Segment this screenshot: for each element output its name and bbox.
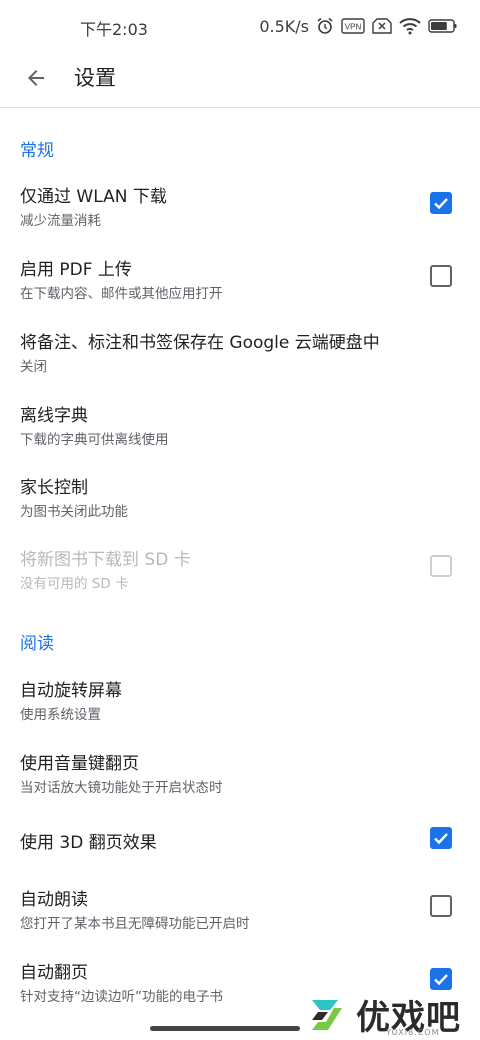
pref-title: 使用音量键翻页 (20, 754, 139, 774)
pref-summary: 在下载内容、邮件或其他应用打开 (20, 286, 223, 302)
pref-auto-rotate-screen[interactable]: 自动旋转屏幕 使用系统设置 (0, 666, 480, 730)
no-sim-icon (372, 18, 392, 34)
back-button[interactable] (16, 58, 56, 98)
pref-summary: 没有可用的 SD 卡 (20, 576, 129, 592)
pref-summary: 为图书关闭此功能 (20, 504, 128, 520)
vpn-label: VPN (345, 23, 362, 32)
pref-download-to-sd-card: 将新图书下载到 SD 卡 没有可用的 SD 卡 (0, 535, 480, 599)
pref-save-to-google-drive[interactable]: 将备注、标注和书签保存在 Google 云端硬盘中 关闭 (0, 318, 480, 382)
page-title: 设置 (74, 66, 116, 90)
status-time: 下午2:03 (80, 20, 148, 39)
pref-summary: 减少流量消耗 (20, 213, 101, 229)
vpn-icon: VPN (341, 18, 365, 34)
pref-summary: 您打开了某本书且无障碍功能已开启时 (20, 916, 250, 932)
pref-wlan-only-download[interactable]: 仅通过 WLAN 下载 减少流量消耗 (0, 172, 480, 236)
pref-title: 启用 PDF 上传 (20, 260, 132, 280)
checkbox-auto-read-aloud[interactable] (430, 895, 452, 917)
home-indicator[interactable] (150, 1026, 300, 1031)
pref-title: 自动旋转屏幕 (20, 681, 122, 701)
pref-parental-control[interactable]: 家长控制 为图书关闭此功能 (0, 463, 480, 527)
watermark-logo: 优戏吧 YOXI8.COM (300, 990, 480, 1040)
network-speed: 0.5K/s (259, 16, 309, 36)
checkbox-sd-card (430, 555, 452, 577)
app-bar: 设置 (0, 52, 480, 108)
watermark-subtext: YOXI8.COM (386, 1028, 440, 1037)
status-bar: 下午2:03 0.5K/s VPN (0, 0, 480, 52)
pref-title: 将新图书下载到 SD 卡 (20, 550, 191, 570)
pref-summary: 关闭 (20, 359, 47, 375)
section-header-reading: 阅读 (20, 634, 54, 654)
pref-summary: 下载的字典可供离线使用 (20, 432, 169, 448)
pref-summary: 使用系统设置 (20, 707, 101, 723)
arrow-back-icon (28, 70, 44, 86)
pref-title: 仅通过 WLAN 下载 (20, 187, 167, 207)
checkbox-3d-page-turn[interactable] (430, 827, 452, 849)
pref-title: 自动翻页 (20, 963, 88, 983)
wifi-icon (399, 17, 421, 35)
checkbox-wlan-only[interactable] (430, 192, 452, 214)
checkbox-pdf-upload[interactable] (430, 265, 452, 287)
pref-summary: 针对支持“边读边听”功能的电子书 (20, 989, 223, 1005)
pref-enable-pdf-upload[interactable]: 启用 PDF 上传 在下载内容、邮件或其他应用打开 (0, 245, 480, 309)
logo-icon (312, 1000, 342, 1030)
pref-title: 使用 3D 翻页效果 (20, 833, 157, 853)
pref-offline-dictionary[interactable]: 离线字典 下载的字典可供离线使用 (0, 391, 480, 455)
battery-icon (428, 18, 458, 34)
pref-title: 自动朗读 (20, 890, 88, 910)
pref-title: 家长控制 (20, 478, 88, 498)
pref-title: 离线字典 (20, 406, 88, 426)
pref-auto-read-aloud[interactable]: 自动朗读 您打开了某本书且无障碍功能已开启时 (0, 875, 480, 939)
pref-3d-page-turn[interactable]: 使用 3D 翻页效果 (0, 812, 480, 866)
alarm-icon (316, 17, 334, 35)
pref-title: 将备注、标注和书签保存在 Google 云端硬盘中 (20, 333, 380, 353)
pref-volume-key-turn-page[interactable]: 使用音量键翻页 当对话放大镜功能处于开启状态时 (0, 739, 480, 803)
status-icons: 0.5K/s VPN (259, 14, 458, 38)
section-header-general: 常规 (20, 141, 54, 161)
checkbox-auto-page-turn[interactable] (430, 968, 452, 990)
pref-summary: 当对话放大镜功能处于开启状态时 (20, 780, 223, 796)
